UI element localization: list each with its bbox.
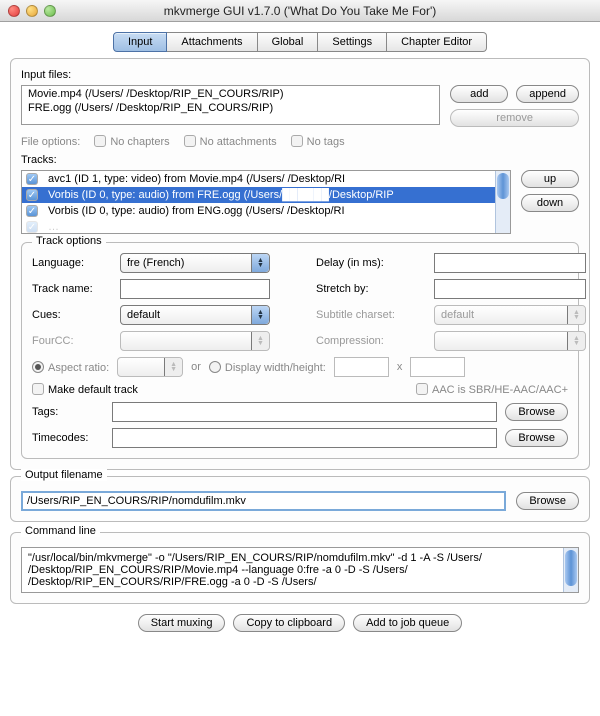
x-label: x — [397, 361, 403, 373]
add-button[interactable]: add — [450, 85, 508, 103]
tags-field[interactable] — [112, 402, 497, 422]
track-name-label: Track name: — [32, 283, 112, 295]
fourcc-select: ▲▼ — [120, 331, 270, 351]
scrollbar-thumb[interactable] — [565, 550, 577, 586]
no-attachments-checkbox: No attachments — [184, 135, 277, 148]
tab-global[interactable]: Global — [258, 32, 319, 52]
tags-label: Tags: — [32, 406, 104, 418]
fourcc-label: FourCC: — [32, 335, 112, 347]
track-text: avc1 (ID 1, type: video) from Movie.mp4 … — [48, 173, 345, 185]
tab-settings[interactable]: Settings — [318, 32, 387, 52]
input-files-label: Input files: — [21, 69, 579, 81]
aac-sbr-checkbox: AAC is SBR/HE-AAC/AAC+ — [416, 383, 568, 396]
language-select[interactable]: fre (French)▲▼ — [120, 253, 270, 273]
chevron-updown-icon: ▲▼ — [251, 306, 269, 324]
copy-to-clipboard-button[interactable]: Copy to clipboard — [233, 614, 345, 632]
cues-select[interactable]: default▲▼ — [120, 305, 270, 325]
aspect-ratio-select: ▲▼ — [117, 357, 183, 377]
command-line-group: Command line "/usr/local/bin/mkvmerge" -… — [10, 532, 590, 604]
command-line-legend: Command line — [21, 525, 100, 537]
stretch-by-field[interactable] — [434, 279, 586, 299]
input-file-item[interactable]: Movie.mp4 (/Users/ /Desktop/RIP_EN_COURS… — [22, 87, 439, 101]
zoom-window-button[interactable] — [44, 5, 56, 17]
cues-label: Cues: — [32, 309, 112, 321]
compression-select: ▲▼ — [434, 331, 586, 351]
track-options-group: Track options Language: fre (French)▲▼ D… — [21, 242, 579, 459]
start-muxing-button[interactable]: Start muxing — [138, 614, 226, 632]
stretch-by-label: Stretch by: — [316, 283, 426, 295]
display-height-field — [410, 357, 465, 377]
track-text: Vorbis (ID 0, type: audio) from ENG.ogg … — [48, 205, 345, 217]
no-chapters-checkbox: No chapters — [94, 135, 169, 148]
scrollbar-thumb[interactable] — [497, 173, 509, 199]
display-wh-radio: Display width/height: — [209, 361, 326, 374]
aspect-ratio-radio: Aspect ratio: — [32, 361, 109, 374]
window-title: mkvmerge GUI v1.7.0 ('What Do You Take M… — [0, 4, 600, 18]
track-checkbox[interactable] — [26, 173, 38, 185]
track-checkbox[interactable] — [26, 221, 38, 233]
tracks-scrollbar[interactable] — [495, 171, 510, 233]
remove-button[interactable]: remove — [450, 109, 579, 127]
output-browse-button[interactable]: Browse — [516, 492, 579, 510]
no-tags-checkbox: No tags — [291, 135, 345, 148]
file-options-row: File options: No chapters No attachments… — [21, 135, 579, 148]
track-row[interactable]: … — [22, 219, 510, 235]
close-window-button[interactable] — [8, 5, 20, 17]
command-line-box[interactable]: "/usr/local/bin/mkvmerge" -o "/Users/RIP… — [21, 547, 579, 593]
output-filename-legend: Output filename — [21, 469, 107, 481]
window-titlebar: mkvmerge GUI v1.7.0 ('What Do You Take M… — [0, 0, 600, 22]
compression-label: Compression: — [316, 335, 426, 347]
timecodes-field[interactable] — [112, 428, 497, 448]
footer-buttons: Start muxing Copy to clipboard Add to jo… — [0, 614, 600, 632]
delay-field[interactable] — [434, 253, 586, 273]
output-filename-group: Output filename Browse — [10, 476, 590, 522]
track-checkbox[interactable] — [26, 205, 38, 217]
display-width-field — [334, 357, 389, 377]
track-text: … — [48, 221, 59, 233]
chevron-updown-icon: ▲▼ — [164, 358, 182, 376]
track-name-field[interactable] — [120, 279, 270, 299]
command-line-text: "/usr/local/bin/mkvmerge" -o "/Users/RIP… — [28, 552, 482, 588]
tags-browse-button[interactable]: Browse — [505, 403, 568, 421]
tracks-label: Tracks: — [21, 154, 579, 166]
language-label: Language: — [32, 257, 112, 269]
subtitle-charset-select: default▲▼ — [434, 305, 586, 325]
output-filename-field[interactable] — [21, 491, 506, 511]
input-files-list[interactable]: Movie.mp4 (/Users/ /Desktop/RIP_EN_COURS… — [21, 85, 440, 125]
track-text: Vorbis (ID 0, type: audio) from FRE.ogg … — [48, 189, 394, 201]
track-row[interactable]: Vorbis (ID 0, type: audio) from ENG.ogg … — [22, 203, 510, 219]
delay-label: Delay (in ms): — [316, 257, 426, 269]
tab-attachments[interactable]: Attachments — [167, 32, 257, 52]
file-options-label: File options: — [21, 136, 80, 148]
timecodes-label: Timecodes: — [32, 432, 104, 444]
chevron-updown-icon: ▲▼ — [251, 332, 269, 350]
make-default-checkbox[interactable]: Make default track — [32, 383, 138, 396]
input-pane: Input files: Movie.mp4 (/Users/ /Desktop… — [10, 58, 590, 470]
timecodes-browse-button[interactable]: Browse — [505, 429, 568, 447]
track-checkbox[interactable] — [26, 189, 38, 201]
subtitle-charset-label: Subtitle charset: — [316, 309, 426, 321]
chevron-updown-icon: ▲▼ — [567, 306, 585, 324]
append-button[interactable]: append — [516, 85, 579, 103]
input-file-item[interactable]: FRE.ogg (/Users/ /Desktop/RIP_EN_COURS/R… — [22, 101, 439, 115]
track-row[interactable]: avc1 (ID 1, type: video) from Movie.mp4 … — [22, 171, 510, 187]
track-row[interactable]: Vorbis (ID 0, type: audio) from FRE.ogg … — [22, 187, 510, 203]
track-options-legend: Track options — [32, 235, 106, 247]
track-up-button[interactable]: up — [521, 170, 579, 188]
add-to-job-queue-button[interactable]: Add to job queue — [353, 614, 462, 632]
chevron-updown-icon: ▲▼ — [567, 332, 585, 350]
or-label: or — [191, 361, 201, 373]
track-down-button[interactable]: down — [521, 194, 579, 212]
tab-input[interactable]: Input — [113, 32, 167, 52]
tracks-list[interactable]: avc1 (ID 1, type: video) from Movie.mp4 … — [21, 170, 511, 234]
cmd-scrollbar[interactable] — [563, 548, 578, 592]
main-tabbar: Input Attachments Global Settings Chapte… — [0, 32, 600, 52]
tab-chapter-editor[interactable]: Chapter Editor — [387, 32, 487, 52]
minimize-window-button[interactable] — [26, 5, 38, 17]
chevron-updown-icon: ▲▼ — [251, 254, 269, 272]
window-controls — [8, 5, 56, 17]
